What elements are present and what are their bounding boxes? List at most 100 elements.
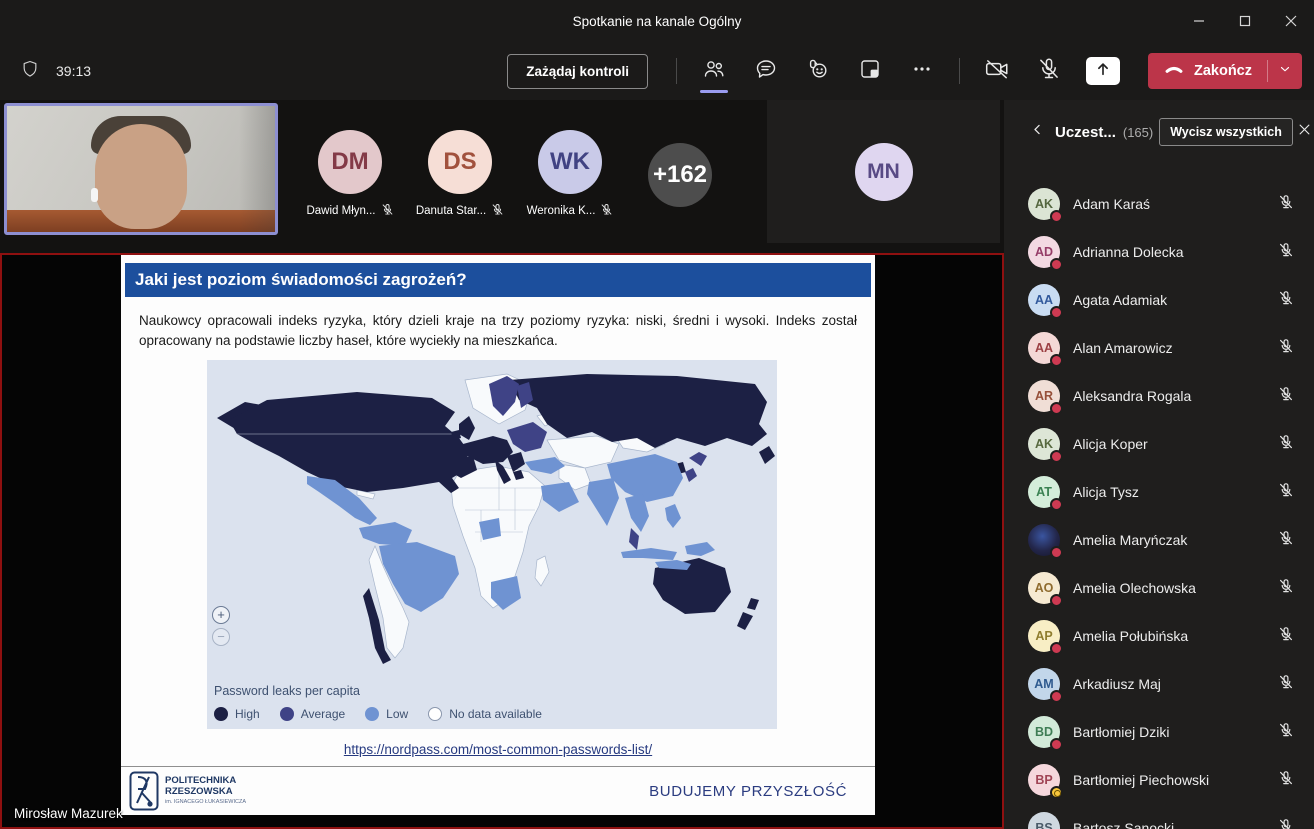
participant-row[interactable]: BS Bartosz Sanocki — [1004, 804, 1314, 829]
filmstrip-tile[interactable]: +162 — [625, 100, 735, 243]
mic-muted-icon — [1278, 386, 1294, 407]
request-control-button[interactable]: Zażądaj kontroli — [507, 54, 648, 89]
status-badge — [1050, 786, 1063, 799]
breakout-rooms-icon — [858, 57, 882, 86]
presenter-name-label: Mirosław Mazurek — [14, 806, 123, 821]
mic-muted-icon — [1278, 482, 1294, 503]
close-window-button[interactable] — [1268, 0, 1314, 42]
mic-muted-icon — [1278, 194, 1294, 215]
end-call-button[interactable]: Zakończ — [1148, 53, 1267, 89]
maximize-button[interactable] — [1222, 0, 1268, 42]
share-screen-button[interactable] — [1086, 57, 1120, 85]
participant-mic-button[interactable] — [1278, 482, 1294, 503]
back-button[interactable] — [1030, 122, 1045, 142]
slide-link-row: https://nordpass.com/most-common-passwor… — [121, 742, 875, 757]
participant-row[interactable]: AA Agata Adamiak — [1004, 276, 1314, 324]
meeting-toolbar: 39:13 Zażądaj kontroli — [0, 42, 1314, 100]
spotlight-tile[interactable]: MN — [767, 100, 1000, 243]
participant-mic-button[interactable] — [1278, 770, 1294, 791]
participant-row[interactable]: AP Amelia Połubińska — [1004, 612, 1314, 660]
filmstrip-avatars: DM Dawid Młyn... DS Danuta Star... WK We… — [295, 100, 735, 243]
tile-avatar: DM — [318, 130, 382, 194]
more-icon — [910, 57, 934, 86]
status-badge — [1050, 354, 1063, 367]
status-badge — [1050, 594, 1063, 607]
close-icon — [1297, 122, 1312, 142]
self-video-tile[interactable] — [4, 103, 278, 235]
camera-toggle-button[interactable] — [974, 48, 1020, 94]
end-call-options-button[interactable] — [1268, 53, 1302, 89]
legend-dot-low — [365, 707, 379, 721]
participant-name: Arkadiusz Maj — [1073, 676, 1161, 692]
filmstrip-tile[interactable]: DM Dawid Młyn... — [295, 100, 405, 243]
participant-row[interactable]: AA Alan Amarowicz — [1004, 324, 1314, 372]
filmstrip-tile[interactable]: DS Danuta Star... — [405, 100, 515, 243]
minimize-button[interactable] — [1176, 0, 1222, 42]
legend-dot-average — [280, 707, 294, 721]
mic-muted-icon — [1278, 626, 1294, 647]
participant-mic-button[interactable] — [1278, 578, 1294, 599]
participants-button[interactable] — [691, 48, 737, 94]
status-badge — [1050, 690, 1063, 703]
participant-row[interactable]: AK Alicja Koper — [1004, 420, 1314, 468]
chevron-down-icon — [1278, 62, 1292, 81]
share-up-icon — [1094, 60, 1112, 83]
status-badge — [1050, 306, 1063, 319]
status-badge — [1050, 402, 1063, 415]
participants-panel: Uczest... (165) Wycisz wszystkich AK Ada… — [1004, 100, 1314, 829]
participant-name: Amelia Maryńczak — [1073, 532, 1187, 548]
logo-line2: RZESZOWSKA — [165, 787, 246, 798]
participant-row[interactable]: AD Adrianna Dolecka — [1004, 228, 1314, 276]
participant-mic-button[interactable] — [1278, 626, 1294, 647]
breakout-rooms-button[interactable] — [847, 48, 893, 94]
close-panel-button[interactable] — [1293, 118, 1314, 146]
participant-avatar: BS — [1028, 812, 1060, 829]
status-badge — [1050, 546, 1063, 559]
reactions-button[interactable] — [795, 48, 841, 94]
world-map-svg — [207, 360, 777, 670]
tile-name: Danuta Star... — [416, 205, 486, 217]
filmstrip-tile[interactable]: WK Weronika K... — [515, 100, 625, 243]
participant-row[interactable]: Amelia Maryńczak — [1004, 516, 1314, 564]
participant-name: Amelia Olechowska — [1073, 580, 1196, 596]
participant-mic-button[interactable] — [1278, 818, 1294, 829]
shield-icon — [20, 59, 40, 84]
map-zoom-in-button[interactable]: + — [212, 606, 230, 624]
participant-mic-button[interactable] — [1278, 674, 1294, 695]
participant-name: Adrianna Dolecka — [1073, 244, 1184, 260]
status-badge — [1050, 210, 1063, 223]
participant-mic-button[interactable] — [1278, 386, 1294, 407]
participant-row[interactable]: AO Amelia Olechowska — [1004, 564, 1314, 612]
logo-line3: im. IGNACEGO ŁUKASIEWICZA — [165, 799, 246, 805]
participant-mic-button[interactable] — [1278, 242, 1294, 263]
participant-mic-button[interactable] — [1278, 530, 1294, 551]
nordpass-link[interactable]: https://nordpass.com/most-common-passwor… — [344, 742, 652, 757]
mic-muted-icon — [1278, 338, 1294, 359]
mute-all-button[interactable]: Wycisz wszystkich — [1159, 118, 1293, 146]
participant-mic-button[interactable] — [1278, 722, 1294, 743]
participant-row[interactable]: AM Arkadiusz Maj — [1004, 660, 1314, 708]
screen-share-region: Jaki jest poziom świadomości zagrożeń? N… — [0, 253, 1004, 829]
legend-item-nodata: No data available — [428, 707, 542, 721]
politechnika-logo-mark — [129, 771, 159, 811]
chat-button[interactable] — [743, 48, 789, 94]
participant-mic-button[interactable] — [1278, 434, 1294, 455]
participant-row[interactable]: AT Alicja Tysz — [1004, 468, 1314, 516]
participant-name: Amelia Połubińska — [1073, 628, 1188, 644]
window-title-bar: Spotkanie na kanale Ogólny — [0, 0, 1314, 42]
participant-row[interactable]: AK Adam Karaś — [1004, 180, 1314, 228]
meeting-timer: 39:13 — [56, 63, 91, 79]
mic-toggle-button[interactable] — [1026, 48, 1072, 94]
hangup-icon — [1163, 58, 1185, 84]
map-zoom-out-button[interactable]: − — [212, 628, 230, 646]
more-options-button[interactable] — [899, 48, 945, 94]
participant-mic-button[interactable] — [1278, 194, 1294, 215]
participant-mic-button[interactable] — [1278, 338, 1294, 359]
mic-muted-icon — [1278, 242, 1294, 263]
tile-label: Weronika K... — [527, 203, 614, 219]
participant-row[interactable]: BD Bartłomiej Dziki — [1004, 708, 1314, 756]
participant-row[interactable]: BP Bartłomiej Piechowski — [1004, 756, 1314, 804]
participant-name: Bartłomiej Dziki — [1073, 724, 1169, 740]
participant-mic-button[interactable] — [1278, 290, 1294, 311]
participant-row[interactable]: AR Aleksandra Rogala — [1004, 372, 1314, 420]
